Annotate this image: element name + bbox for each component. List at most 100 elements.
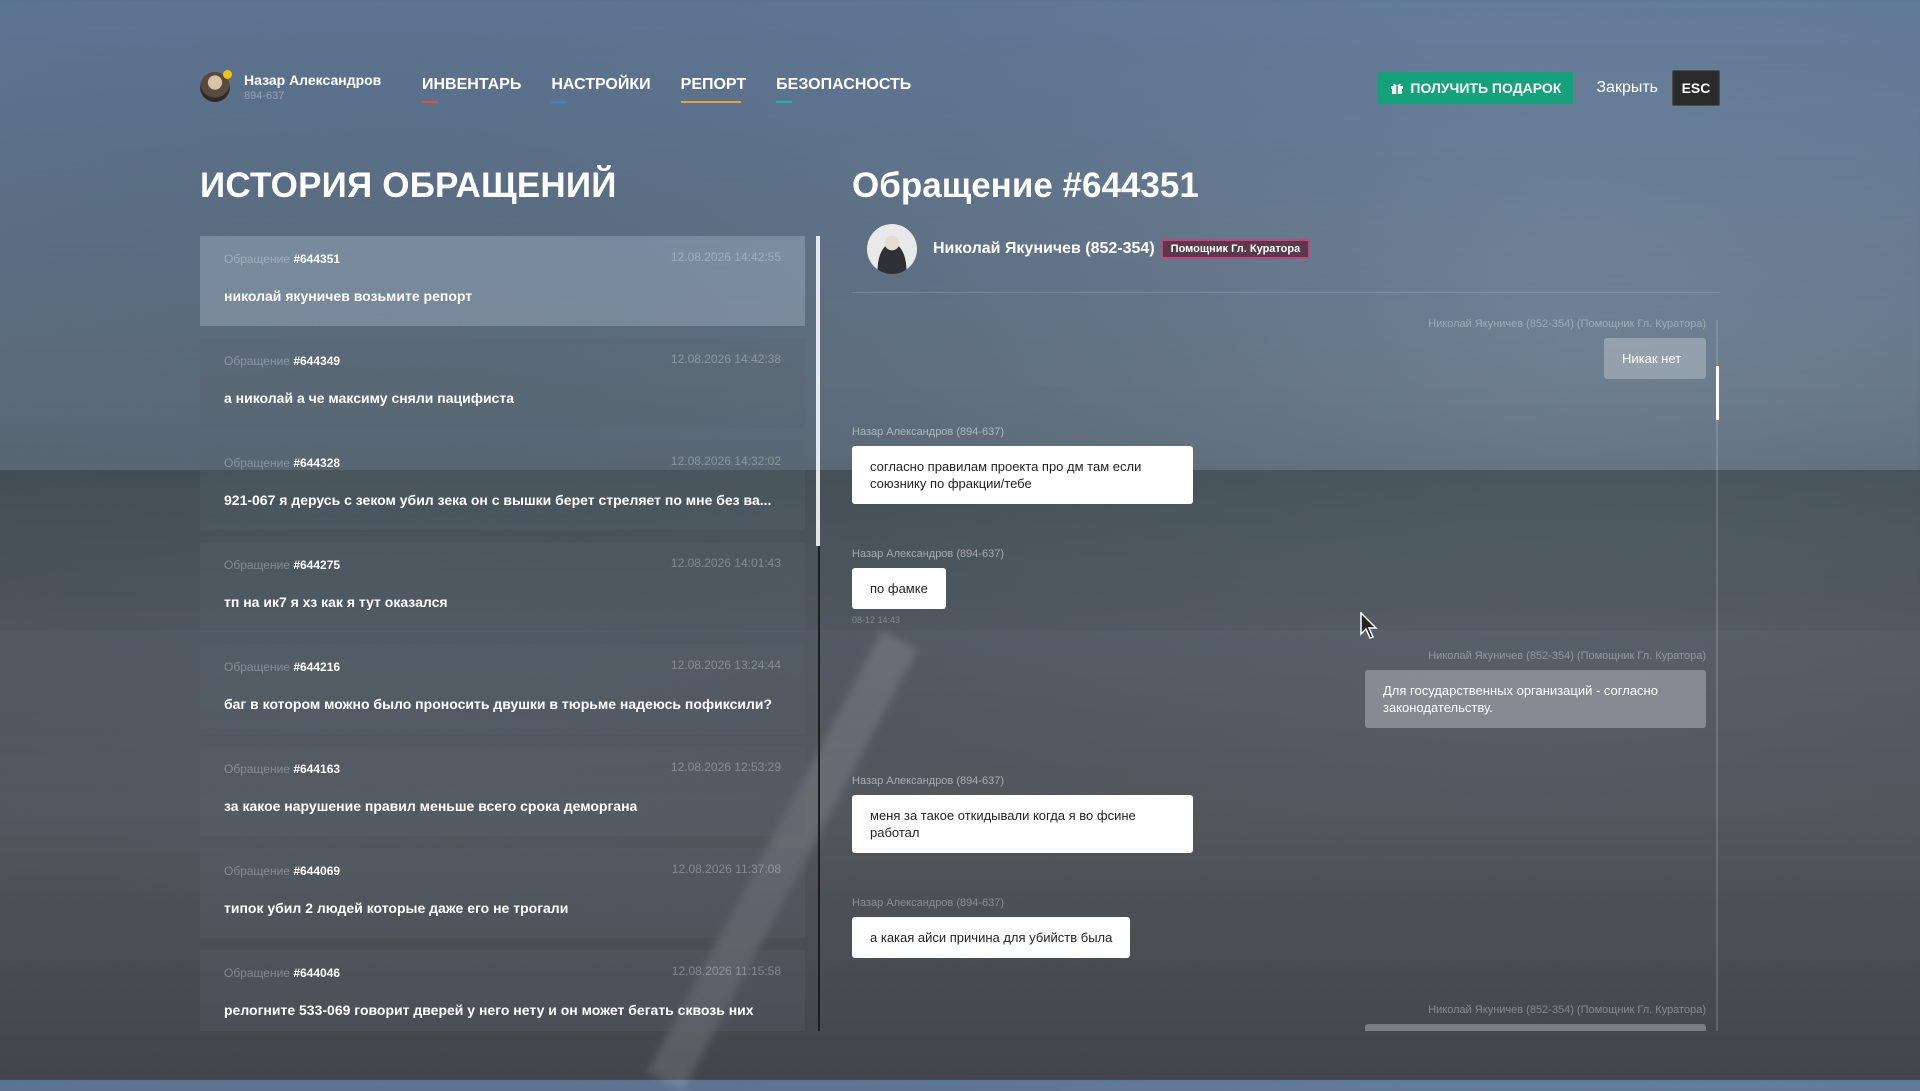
ticket-label: Обращение	[224, 354, 290, 368]
header-divider	[852, 292, 1720, 293]
ticket-label-line: Обращение #644349	[224, 354, 340, 368]
message-author: Николай Якуничев (852-354) (Помощник Гл.…	[1428, 650, 1706, 662]
top-bar: Назар Александров 894-637 ИНВЕНТАРЬ НАСТ…	[200, 68, 1720, 108]
ticket-number: #644046	[293, 966, 341, 980]
ticket-label-line: Обращение #644216	[224, 660, 340, 674]
tab-security[interactable]: БЕЗОПАСНОСТЬ	[776, 76, 911, 103]
mouse-cursor-icon	[1360, 612, 1378, 639]
ticket-label-line: Обращение #644046	[224, 966, 340, 980]
ticket-label-line: Обращение #644351	[224, 252, 340, 266]
ticket-item[interactable]: Обращение #644349 12.08.2026 14:42:38 а …	[200, 338, 805, 428]
user-profile: Назар Александров 894-637	[200, 70, 382, 102]
message-bubble: меня за такое откидывали когда я во фсин…	[852, 795, 1193, 853]
role-badge: Помощник Гл. Куратора	[1160, 239, 1311, 259]
chat-message: Назар Александров (894-637) а какая айси…	[852, 897, 1131, 958]
ticket-label: Обращение	[224, 558, 290, 572]
message-bubble: Никак нет	[1604, 338, 1706, 379]
request-title: Обращение #644351	[852, 166, 1199, 205]
tab-inventory-underline	[422, 101, 438, 103]
ticket-text: 921-067 я дерусь с зеком убил зека он с …	[224, 492, 772, 508]
ticket-number: #644328	[293, 456, 341, 470]
tab-report[interactable]: РЕПОРТ	[680, 76, 747, 103]
tab-settings-underline	[551, 101, 568, 103]
user-id: 894-637	[244, 90, 285, 102]
ticket-date: 12.08.2026 12:53:29	[670, 760, 781, 774]
message-bubble: согласно правилам проекта про дм там есл…	[852, 446, 1193, 504]
message-author: Назар Александров (894-637)	[852, 548, 1005, 560]
history-title: ИСТОРИЯ ОБРАЩЕНИЙ	[200, 166, 617, 205]
chat-scrollbar[interactable]	[1716, 366, 1719, 420]
assignee-name: Николай Якуничев (852-354)	[933, 240, 1155, 257]
ticket-label-line: Обращение #644069	[224, 864, 340, 878]
tab-settings[interactable]: НАСТРОЙКИ	[551, 76, 651, 103]
ticket-item[interactable]: Обращение #644351 12.08.2026 14:42:55 ни…	[200, 236, 805, 326]
ticket-list-scrollbar[interactable]	[816, 236, 820, 546]
ticket-item[interactable]: Обращение #644163 12.08.2026 12:53:29 за…	[200, 746, 805, 836]
tab-report-label: РЕПОРТ	[680, 76, 747, 93]
ticket-item[interactable]: Обращение #644046 12.08.2026 11:15:58 ре…	[200, 950, 805, 1031]
ticket-text: николай якуничев возьмите репорт	[224, 288, 473, 304]
assignee-info: Николай Якуничев (852-354) Помощник Гл. …	[867, 224, 1311, 274]
chat-area[interactable]: Николай Якуничев (852-354) (Помощник Гл.…	[852, 318, 1720, 1031]
message-author: Назар Александров (894-637)	[852, 775, 1005, 787]
ticket-number: #644069	[293, 864, 341, 878]
ticket-label: Обращение	[224, 966, 290, 980]
message-author: Николай Якуничев (852-354) (Помощник Гл.…	[1428, 318, 1706, 330]
tab-security-underline	[776, 101, 793, 103]
get-gift-label: ПОЛУЧИТЬ ПОДАРОК	[1410, 80, 1562, 96]
ticket-text: за какое нарушение правил меньше всего с…	[224, 798, 638, 814]
ticket-label: Обращение	[224, 660, 290, 674]
ticket-label-line: Обращение #644275	[224, 558, 340, 572]
ticket-label: Обращение	[224, 456, 290, 470]
message-author: Назар Александров (894-637)	[852, 897, 1005, 909]
chat-message: Николай Якуничев (852-354) (Помощник Гл.…	[1365, 650, 1706, 728]
tab-inventory[interactable]: ИНВЕНТАРЬ	[422, 76, 522, 103]
ticket-number: #644349	[293, 354, 341, 368]
message-author: Николай Якуничев (852-354) (Помощник Гл.…	[1428, 1004, 1706, 1016]
ticket-item[interactable]: Обращение #644275 12.08.2026 14:01:43 тп…	[200, 542, 805, 632]
ticket-list-scroll-track	[818, 546, 820, 1031]
message-author: Назар Александров (894-637)	[852, 426, 1005, 438]
ticket-label-line: Обращение #644163	[224, 762, 340, 776]
ticket-label-line: Обращение #644328	[224, 456, 340, 470]
assignee-avatar	[867, 224, 917, 274]
ticket-item[interactable]: Обращение #644216 12.08.2026 13:24:44 ба…	[200, 644, 805, 734]
ticket-date: 12.08.2026 11:15:58	[671, 964, 781, 978]
ticket-list[interactable]: Обращение #644351 12.08.2026 14:42:55 ни…	[200, 236, 805, 1031]
message-bubble: Для государственных организаций - соглас…	[1365, 670, 1706, 728]
ticket-date: 12.08.2026 14:42:38	[670, 352, 781, 366]
chat-message: Назар Александров (894-637) по фамке 08-…	[852, 548, 1004, 625]
ticket-number: #644275	[293, 558, 341, 572]
ticket-date: 12.08.2026 14:01:43	[670, 556, 781, 570]
chat-message: Назар Александров (894-637) согласно пра…	[852, 426, 1193, 504]
message-time: 08-12 14:43	[852, 615, 901, 625]
chat-message: Николай Якуничев (852-354) (Помощник Гл.…	[1365, 1004, 1706, 1031]
ticket-item[interactable]: Обращение #644328 12.08.2026 14:32:02 92…	[200, 440, 805, 530]
user-name: Назар Александров	[244, 72, 382, 88]
esc-button[interactable]: ESC	[1672, 70, 1720, 106]
message-bubble	[1365, 1024, 1706, 1031]
ticket-label: Обращение	[224, 252, 290, 266]
message-bubble: а какая айси причина для убийств была	[852, 917, 1131, 958]
ticket-text: а николай а че максиму сняли пацифиста	[224, 390, 514, 406]
get-gift-button[interactable]: ПОЛУЧИТЬ ПОДАРОК	[1378, 72, 1574, 104]
ticket-date: 12.08.2026 11:37:08	[671, 862, 781, 876]
chat-scroll-track	[1716, 320, 1718, 1031]
tab-inventory-label: ИНВЕНТАРЬ	[422, 76, 522, 93]
ticket-number: #644163	[293, 762, 341, 776]
ticket-item[interactable]: Обращение #644069 12.08.2026 11:37:08 ти…	[200, 848, 805, 938]
tab-settings-label: НАСТРОЙКИ	[551, 76, 651, 93]
ticket-label: Обращение	[224, 864, 290, 878]
ticket-date: 12.08.2026 14:32:02	[670, 454, 781, 468]
ticket-text: баг в котором можно было проносить двушк…	[224, 696, 773, 712]
ticket-number: #644351	[293, 252, 341, 266]
chat-message: Николай Якуничев (852-354) (Помощник Гл.…	[1428, 318, 1706, 379]
ticket-text: тп на ик7 я хз как я тут оказался	[224, 594, 448, 610]
ticket-text: релогните 533-069 говорит дверей у него …	[224, 1002, 754, 1018]
message-bubble: по фамке	[852, 568, 946, 609]
top-controls: ПОЛУЧИТЬ ПОДАРОК Закрыть ESC	[1378, 70, 1720, 106]
ticket-text: типок убил 2 людей которые даже его не т…	[224, 900, 569, 916]
status-dot	[223, 70, 232, 79]
close-button[interactable]: Закрыть	[1596, 79, 1658, 97]
user-avatar	[200, 70, 232, 102]
